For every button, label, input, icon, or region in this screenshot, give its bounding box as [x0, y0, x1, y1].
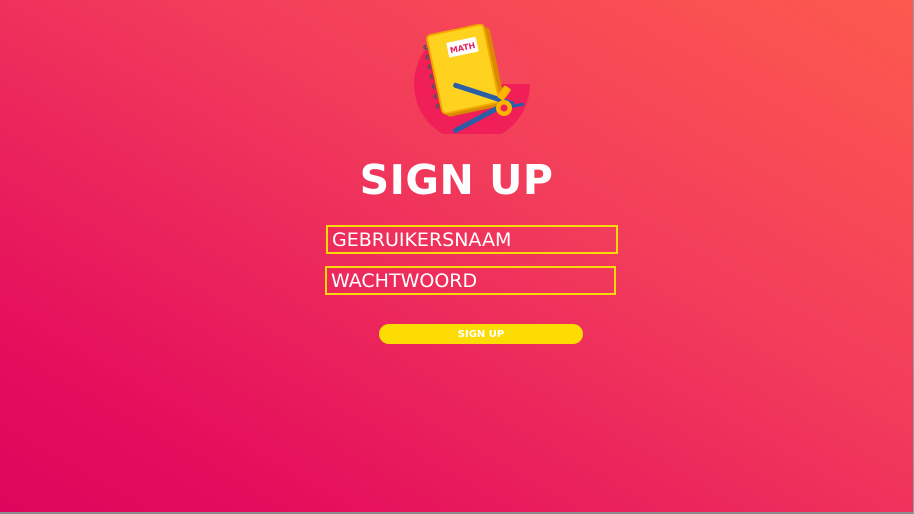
page-title: SIGN UP [359, 156, 554, 204]
math-book-compass-icon: MATH [414, 23, 530, 142]
username-input[interactable] [326, 225, 618, 254]
math-book-logo: MATH [412, 23, 532, 142]
password-input[interactable] [325, 266, 616, 295]
sign-up-button[interactable]: SIGN UP [379, 324, 583, 344]
